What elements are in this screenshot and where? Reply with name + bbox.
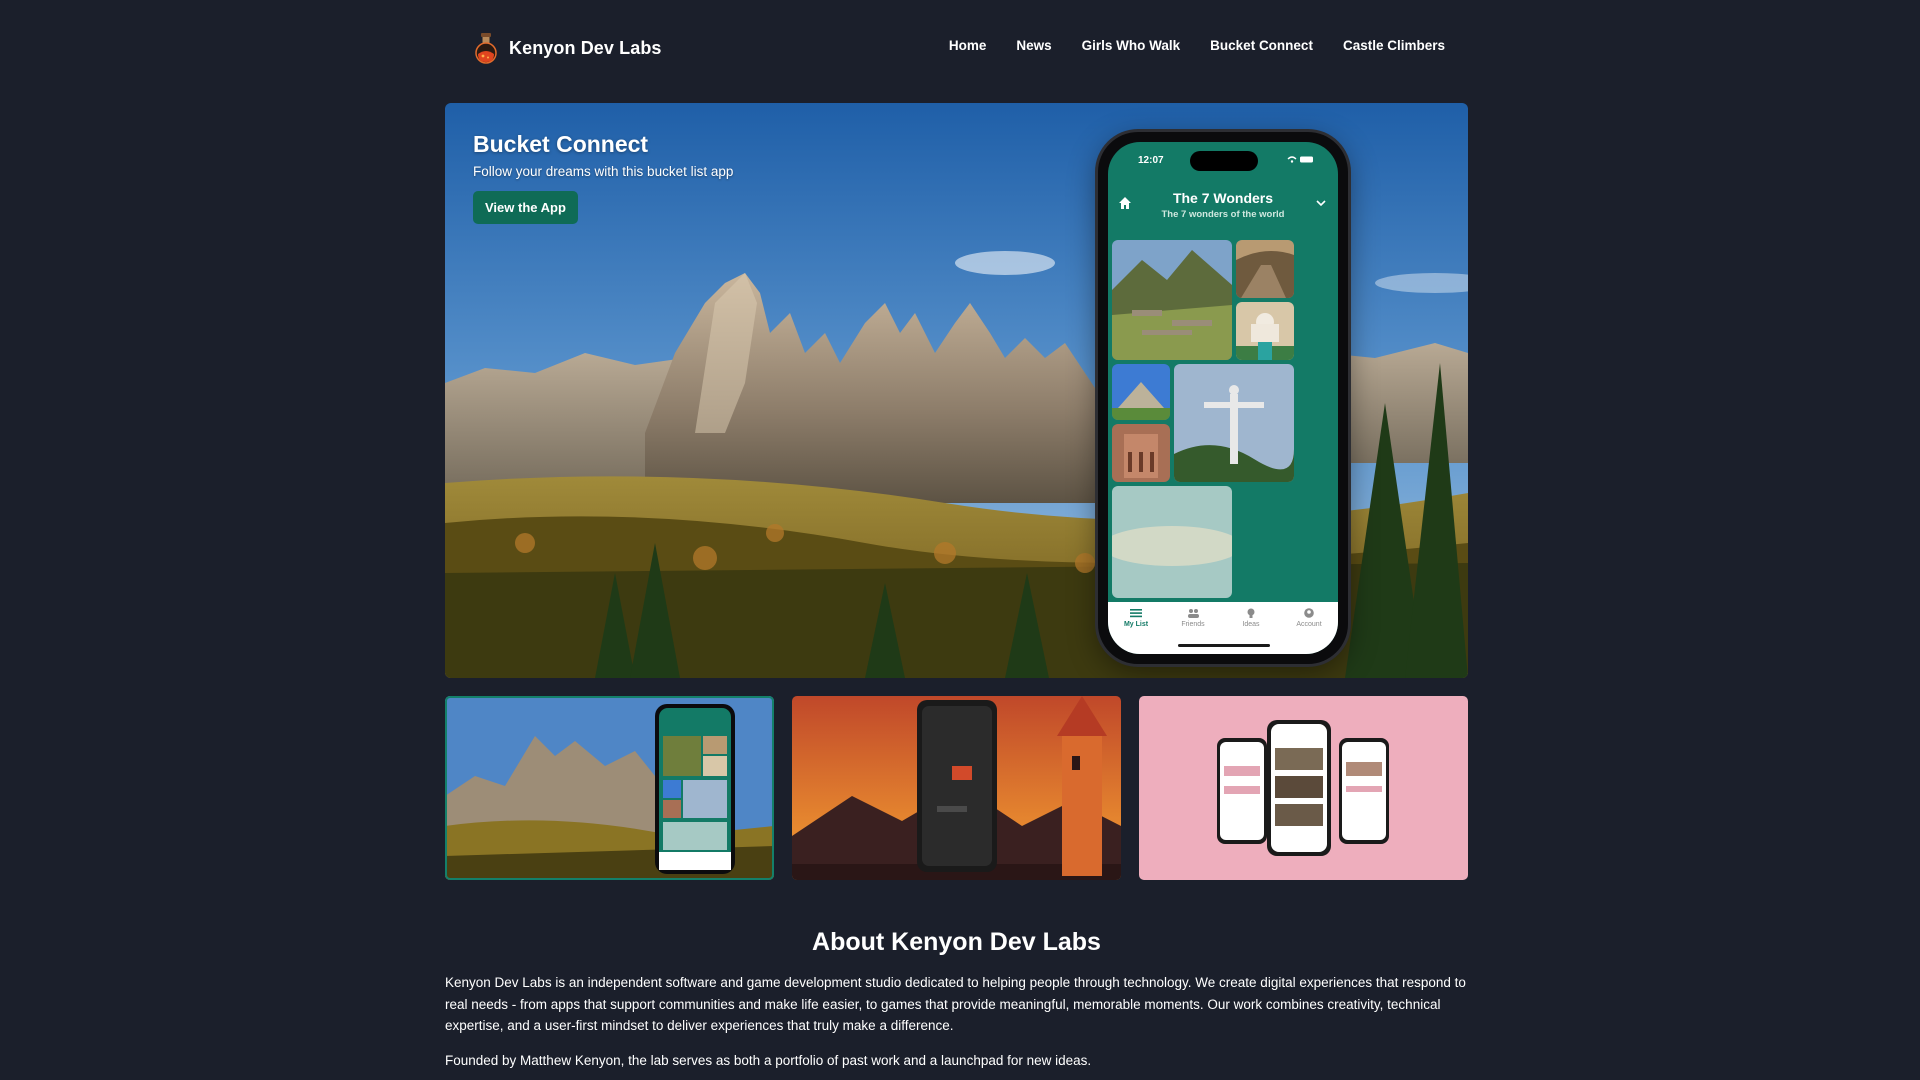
nav-link-news[interactable]: News xyxy=(1016,38,1051,53)
chichen-itza-image[interactable] xyxy=(1112,364,1170,420)
bucket-connect-preview-image xyxy=(445,696,774,880)
thumbnail-castle-climbers[interactable] xyxy=(792,696,1121,880)
thumbnail-girls-who-walk[interactable] xyxy=(1139,696,1468,880)
tab-label: My List xyxy=(1123,621,1149,628)
chevron-down-icon[interactable] xyxy=(1316,198,1326,208)
castle-climbers-preview-image xyxy=(792,696,1121,880)
lightbulb-icon xyxy=(1247,608,1255,618)
brand[interactable]: Kenyon Dev Labs xyxy=(473,32,662,64)
dynamic-island xyxy=(1190,151,1258,171)
sky-image[interactable] xyxy=(1112,486,1232,598)
about-paragraph-1: Kenyon Dev Labs is an independent softwa… xyxy=(445,975,1466,1033)
phone-mockup: 12:07 The 7 Wonders The 7 wonders of the… xyxy=(1098,132,1348,664)
list-subtitle: The 7 wonders of the world xyxy=(1161,209,1285,220)
christ-the-redeemer-image[interactable] xyxy=(1174,364,1294,482)
home-indicator xyxy=(1178,644,1270,647)
great-wall-image[interactable] xyxy=(1236,240,1294,298)
nav-link-home[interactable]: Home xyxy=(949,38,987,53)
petra-image[interactable] xyxy=(1112,424,1170,482)
hero-text: Bucket Connect Follow your dreams with t… xyxy=(473,131,733,224)
wifi-battery-icon xyxy=(1286,155,1316,166)
site-header: Kenyon Dev Labs Home News Girls Who Walk… xyxy=(445,0,1475,96)
phone-screen: 12:07 The 7 Wonders The 7 wonders of the… xyxy=(1108,142,1338,654)
nav-link-girls-who-walk[interactable]: Girls Who Walk xyxy=(1082,38,1181,53)
tab-my-list[interactable]: My List xyxy=(1108,608,1164,628)
nav-link-castle-climbers[interactable]: Castle Climbers xyxy=(1343,38,1445,53)
about-paragraph-2: Founded by Matthew Kenyon, the lab serve… xyxy=(445,1053,1092,1068)
hero-subtitle: Follow your dreams with this bucket list… xyxy=(473,164,734,179)
tab-ideas[interactable]: Ideas xyxy=(1223,608,1279,628)
about-title: About Kenyon Dev Labs xyxy=(812,928,1101,956)
friends-icon xyxy=(1188,609,1199,618)
nav-link-bucket-connect[interactable]: Bucket Connect xyxy=(1210,38,1313,53)
account-icon xyxy=(1304,608,1314,618)
girls-who-walk-preview-image xyxy=(1139,696,1468,880)
main-nav: Home News Girls Who Walk Bucket Connect … xyxy=(949,38,1445,53)
list-title: The 7 Wonders xyxy=(1172,190,1274,206)
tab-account[interactable]: Account xyxy=(1281,608,1337,628)
thumbnail-bucket-connect[interactable] xyxy=(445,696,774,880)
tab-label: Ideas xyxy=(1242,621,1260,628)
tab-friends[interactable]: Friends xyxy=(1165,608,1221,628)
app-header: The 7 Wonders The 7 wonders of the world xyxy=(1108,182,1338,228)
status-time: 12:07 xyxy=(1138,155,1164,166)
status-bar: 12:07 xyxy=(1108,142,1338,178)
taj-mahal-image[interactable] xyxy=(1236,302,1294,360)
brand-name: Kenyon Dev Labs xyxy=(509,37,662,58)
hero-banner: Bucket Connect Follow your dreams with t… xyxy=(445,103,1468,678)
hero-title: Bucket Connect xyxy=(473,131,649,157)
flask-logo-icon xyxy=(475,33,497,64)
tab-label: Account xyxy=(1296,621,1322,628)
list-icon xyxy=(1130,609,1142,618)
machu-picchu-image[interactable] xyxy=(1112,240,1232,360)
tab-label: Friends xyxy=(1181,621,1205,628)
view-app-button[interactable]: View the App xyxy=(473,191,578,224)
